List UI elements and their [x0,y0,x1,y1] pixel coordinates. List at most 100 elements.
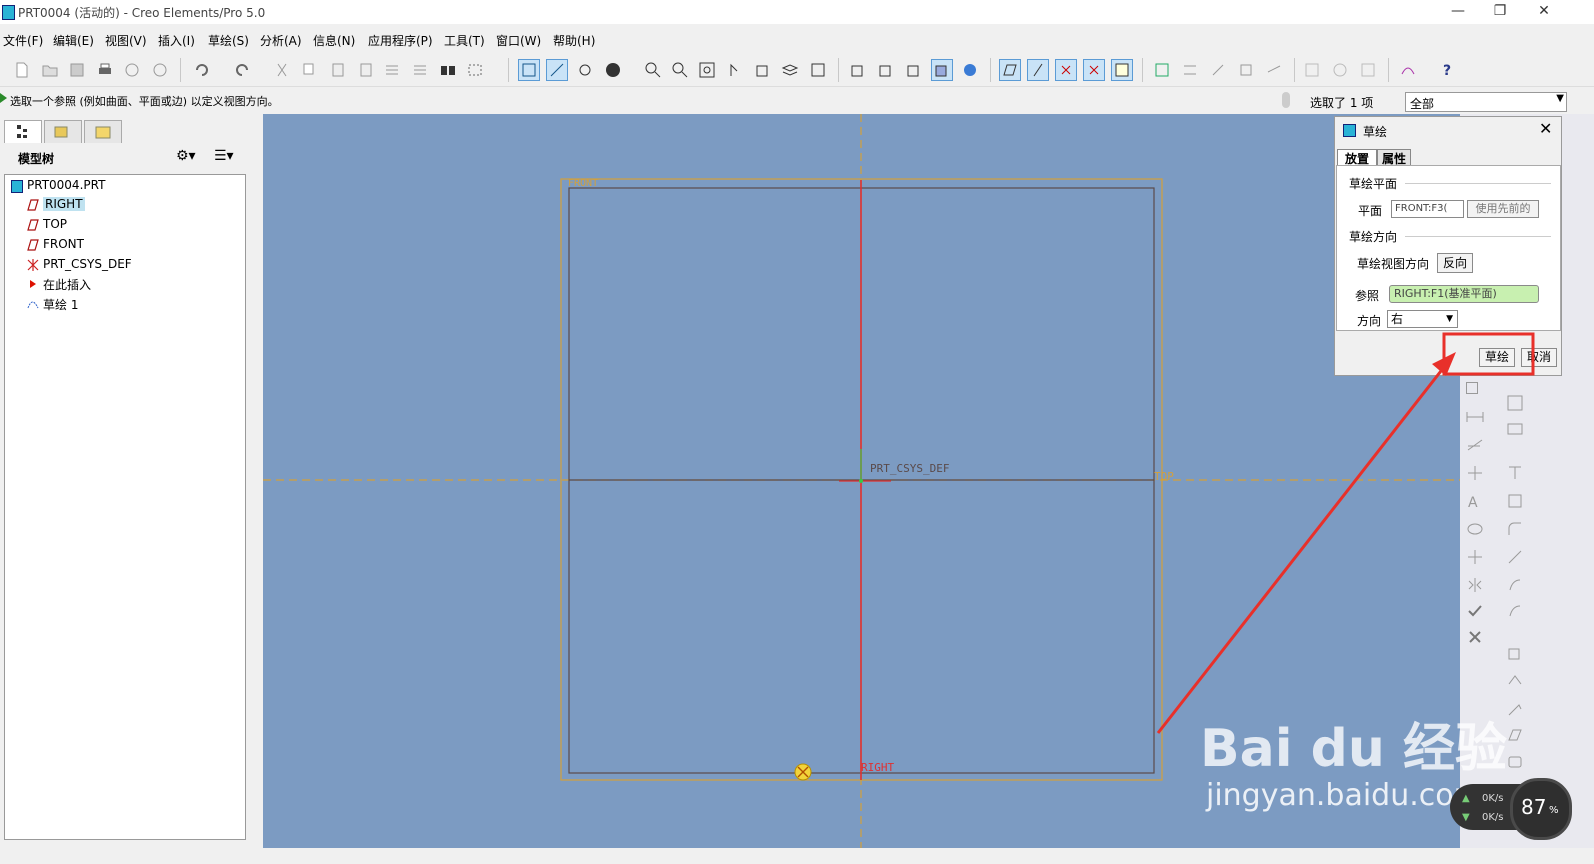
text-tool-icon[interactable]: A [1466,492,1484,511]
csys-display-icon[interactable] [1083,59,1105,81]
rib-tool-icon[interactable] [1506,672,1524,690]
style-tool-icon[interactable] [1506,754,1524,772]
merge-icon[interactable] [1358,60,1378,80]
rectangle-tool-icon[interactable] [1466,382,1478,394]
context-help-icon[interactable]: ? [1440,60,1460,80]
menu-tools[interactable]: 工具(T) [444,32,485,49]
shading-icon[interactable] [931,59,953,81]
copy-icon[interactable] [300,60,320,80]
spline-tool-icon[interactable] [1466,520,1484,538]
shading-sphere-icon[interactable] [603,60,623,80]
trim-tool-icon[interactable] [1466,436,1484,454]
edit-tool-icon[interactable] [1506,394,1524,412]
menu-sketch[interactable]: 草绘(S) [208,32,249,49]
tree-item-front[interactable]: FRONT [19,236,219,254]
menu-help[interactable]: 帮助(H) [553,32,595,49]
use-previous-button[interactable]: 使用先前的 [1467,200,1539,218]
cancel-x-icon[interactable] [1466,628,1484,646]
hidden-line-icon[interactable] [876,60,896,80]
pattern-icon[interactable] [1302,60,1322,80]
find-icon[interactable] [438,60,458,80]
tree-item-insert-here[interactable]: 在此插入 [19,275,219,293]
tree-item-csys[interactable]: PRT_CSYS_DEF [19,256,219,274]
cut-icon[interactable] [272,60,292,80]
saved-views-icon[interactable] [753,60,773,80]
zoom-out-icon[interactable] [670,60,690,80]
menu-info[interactable]: 信息(N) [313,32,355,49]
menu-file[interactable]: 文件(F) [3,32,43,49]
zoom-in-icon[interactable] [643,60,663,80]
spin-center-icon[interactable] [575,60,595,80]
menu-insert[interactable]: 插入(I) [158,32,195,49]
open-folder-icon[interactable] [40,60,60,80]
menu-analysis[interactable]: 分析(A) [260,32,302,49]
email-attach-icon[interactable] [150,60,170,80]
regen-manager-icon[interactable] [410,60,430,80]
tab-properties[interactable]: 属性 [1377,149,1411,166]
axis-display-icon[interactable] [546,59,568,81]
chamfer-tool-icon[interactable] [1506,548,1524,566]
tree-root[interactable]: PRT0004.PRT [7,177,237,195]
analysis-icon[interactable] [1398,60,1418,80]
datum-csys-tool-icon[interactable] [1264,60,1284,80]
mirror-tool-icon[interactable] [1466,576,1484,594]
datum-display-icon[interactable] [518,59,540,81]
menu-edit[interactable]: 编辑(E) [53,32,94,49]
close-window-button[interactable]: ✕ [1522,0,1566,24]
tab-placement[interactable]: 放置 [1337,149,1377,166]
blend-tool-icon[interactable] [1506,726,1524,744]
minimize-button[interactable]: — [1436,0,1480,24]
mirror-icon[interactable] [1330,60,1350,80]
done-check-icon[interactable] [1466,602,1484,620]
dimension-tool-icon[interactable] [1466,408,1484,426]
dialog-close-button[interactable]: ✕ [1539,119,1552,138]
palette-tool-icon[interactable] [1506,464,1524,482]
email-icon[interactable] [122,60,142,80]
refit-icon[interactable] [697,60,717,80]
layers-icon[interactable] [780,60,800,80]
restore-button[interactable]: ❐ [1478,0,1522,24]
reorient-icon[interactable] [725,60,745,80]
offset-tool-icon[interactable] [1506,492,1524,510]
annotation-display-icon[interactable] [1111,59,1133,81]
draft-tool-icon[interactable] [1506,602,1524,620]
new-file-icon[interactable] [12,60,32,80]
constraint-tool-icon[interactable] [1506,422,1524,440]
tree-settings-icon[interactable]: ⚙▾ [176,148,196,164]
plane-field[interactable]: FRONT:F3( [1391,200,1464,218]
view-manager-icon[interactable] [808,60,828,80]
orientation-select[interactable]: 右 ▼ [1387,310,1458,328]
regenerate-icon[interactable] [382,60,402,80]
datum-axis-tool-icon[interactable] [1208,60,1228,80]
menu-window[interactable]: 窗口(W) [496,32,541,49]
select-box-icon[interactable] [465,60,485,80]
round-tool-icon[interactable] [1506,576,1524,594]
undo-icon[interactable] [192,60,212,80]
tree-item-top[interactable]: TOP [19,216,219,234]
menu-view[interactable]: 视图(V) [105,32,147,49]
sweep-tool-icon[interactable] [1506,700,1524,718]
tab-favorites[interactable] [84,120,122,143]
tree-item-right[interactable]: RIGHT [19,196,219,214]
point-display-icon[interactable] [1055,59,1077,81]
no-hidden-icon[interactable] [904,60,924,80]
sketch-tool-icon[interactable] [1152,60,1172,80]
fillet-tool-icon[interactable] [1506,520,1524,538]
axis-toggle-icon[interactable] [1027,59,1049,81]
sketch-button[interactable]: 草绘 [1479,348,1515,367]
tab-folder-browser[interactable] [44,120,82,143]
tree-item-sketch1[interactable]: 草绘 1 [19,295,219,313]
save-icon[interactable] [67,60,87,80]
paste-icon[interactable] [328,60,348,80]
shell-tool-icon[interactable] [1506,644,1524,662]
redo-icon[interactable] [232,60,252,80]
reference-field[interactable]: RIGHT:F1(基准平面) [1389,285,1539,303]
paste-special-icon[interactable] [356,60,376,80]
divide-tool-icon[interactable] [1466,548,1484,566]
plane-display-icon[interactable] [999,59,1021,81]
print-icon[interactable] [95,60,115,80]
tab-model-tree[interactable] [4,120,42,143]
point-tool-icon[interactable] [1466,464,1484,482]
menu-applications[interactable]: 应用程序(P) [368,32,433,49]
enhanced-realism-icon[interactable] [960,60,980,80]
